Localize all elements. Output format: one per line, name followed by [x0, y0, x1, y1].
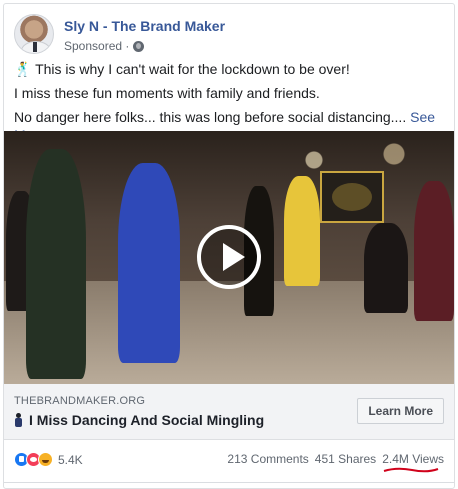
link-preview[interactable]: THEBRANDMAKER.ORG I Miss Dancing And Soc…	[4, 384, 454, 440]
red-underline-annotation	[383, 467, 439, 473]
comments-count[interactable]: 213 Comments	[227, 452, 308, 466]
avatar-tie	[33, 42, 37, 52]
sponsored-line: Sponsored ·	[64, 39, 145, 53]
video-party-banner	[320, 171, 384, 223]
link-title[interactable]: I Miss Dancing And Social Mingling	[14, 412, 264, 428]
video-guest-yellow	[284, 176, 320, 286]
globe-icon	[133, 40, 145, 52]
page-name-link[interactable]: Sly N - The Brand Maker	[64, 18, 225, 34]
post-text-line-1: 🕺 This is why I can't wait for the lockd…	[14, 61, 350, 77]
post-text-line-3-content: No danger here folks... this was long be…	[14, 109, 407, 125]
link-domain: THEBRANDMAKER.ORG	[14, 395, 146, 407]
dancer-icon	[14, 413, 23, 427]
video-player[interactable]	[4, 131, 454, 384]
sponsored-label[interactable]: Sponsored ·	[64, 39, 129, 53]
reactions-summary[interactable]: 5.4K	[14, 452, 83, 467]
post-text-line-2: I miss these fun moments with family and…	[14, 85, 320, 101]
video-guest-right	[414, 181, 454, 321]
play-icon[interactable]	[197, 225, 261, 289]
post-header: Sly N - The Brand Maker Sponsored ·	[14, 14, 444, 58]
views-count: 2.4M Views	[382, 452, 444, 473]
video-guest-seated	[364, 223, 408, 313]
video-dancer-hat	[26, 149, 86, 379]
sponsored-post-card: Sly N - The Brand Maker Sponsored · 🕺 Th…	[3, 3, 455, 489]
link-title-text: I Miss Dancing And Social Mingling	[29, 412, 265, 428]
reaction-count: 5.4K	[58, 452, 83, 467]
views-count-text: 2.4M Views	[382, 452, 444, 466]
learn-more-button[interactable]: Learn More	[357, 398, 444, 424]
video-dancer-blue	[118, 163, 180, 363]
right-stats: 213 Comments 451 Shares 2.4M Views	[227, 452, 444, 473]
action-bar-divider	[4, 482, 454, 488]
avatar[interactable]	[14, 14, 54, 54]
shares-count[interactable]: 451 Shares	[315, 452, 376, 466]
haha-icon	[38, 452, 53, 467]
engagement-stats: 5.4K 213 Comments 451 Shares 2.4M Views	[14, 450, 444, 473]
